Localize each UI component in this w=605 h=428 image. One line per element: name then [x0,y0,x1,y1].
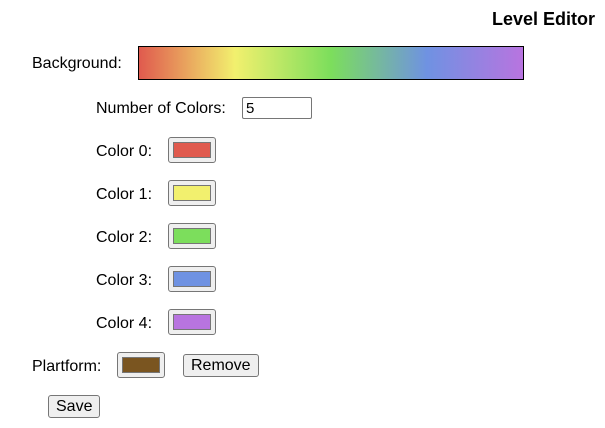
number-of-colors-input[interactable] [242,97,312,119]
platform-color-swatch [122,357,160,373]
save-button[interactable]: Save [48,395,101,418]
number-of-colors-label: Number of Colors: [96,100,226,117]
platform-color-picker[interactable] [117,352,165,378]
color-3-swatch [173,271,211,287]
color-1-swatch [173,185,211,201]
color-3-label: Color 3: [96,272,153,289]
color-1-picker[interactable] [168,180,216,206]
color-0-swatch [173,142,211,158]
color-2-picker[interactable] [168,223,216,249]
page-title: Level Editor [491,9,595,29]
remove-platform-button[interactable]: Remove [183,354,259,377]
color-4-picker[interactable] [168,309,216,335]
color-2-label: Color 2: [96,229,153,246]
color-4-label: Color 4: [96,315,153,332]
color-0-picker[interactable] [168,137,216,163]
color-1-label: Color 1: [96,186,153,203]
background-gradient-preview[interactable] [138,46,524,80]
color-2-swatch [173,228,211,244]
background-label: Background: [32,55,122,72]
color-4-swatch [173,314,211,330]
platform-label: Plartform: [32,358,102,375]
color-3-picker[interactable] [168,266,216,292]
color-0-label: Color 0: [96,143,153,160]
